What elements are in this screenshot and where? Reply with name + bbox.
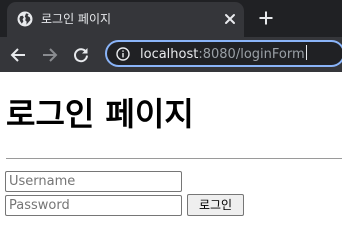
url-host: localhost [140, 47, 199, 62]
info-icon[interactable] [116, 47, 130, 61]
username-input[interactable] [5, 171, 182, 192]
close-icon[interactable] [223, 12, 237, 26]
browser-toolbar: localhost:8080/loginForm [0, 37, 342, 72]
text-caret [305, 45, 307, 60]
reload-icon[interactable] [72, 46, 90, 64]
address-bar[interactable]: localhost:8080/loginForm [105, 40, 342, 67]
page-content: 로그인 페이지 로그인 [0, 72, 342, 241]
arrow-left-icon[interactable] [9, 46, 27, 64]
tab-login-page[interactable]: 로그인 페이지 [7, 2, 244, 37]
tab-title: 로그인 페이지 [41, 12, 112, 26]
login-button[interactable]: 로그인 [187, 194, 244, 216]
tab-strip: 로그인 페이지 [0, 0, 342, 37]
browser-window: 로그인 페이지 localhost:8080/loginForm 로그인 페이지… [0, 0, 342, 241]
globe-icon [17, 11, 33, 27]
page-title: 로그인 페이지 [6, 95, 194, 133]
url-path: :8080/loginForm [198, 47, 305, 62]
arrow-right-icon[interactable] [41, 46, 59, 64]
password-input[interactable] [5, 195, 182, 216]
divider [6, 158, 342, 159]
plus-icon[interactable] [258, 10, 274, 26]
url-text[interactable]: localhost:8080/loginForm [140, 45, 307, 64]
